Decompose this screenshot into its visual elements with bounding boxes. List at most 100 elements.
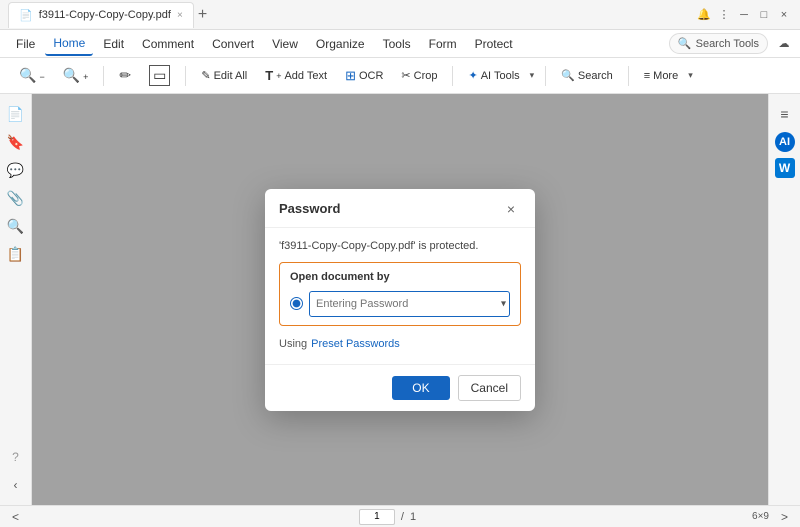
active-tab[interactable]: 📄 f3911-Copy-Copy-Copy.pdf ×	[8, 2, 194, 28]
password-radio-row: ▾	[290, 291, 510, 317]
edit-all-button[interactable]: ✎ Edit All	[194, 65, 254, 86]
ai-tools-button[interactable]: ✦ AI Tools	[461, 65, 526, 86]
menu-organize[interactable]: Organize	[308, 33, 373, 55]
menu-convert[interactable]: Convert	[204, 33, 262, 55]
sidebar-collapse-icon[interactable]: ‹	[4, 473, 28, 497]
more-arrow[interactable]: ▾	[685, 66, 696, 85]
maximize-btn[interactable]: □	[756, 7, 772, 23]
title-bar: 📄 f3911-Copy-Copy-Copy.pdf × + 🔔 ⋮ ─ □ ×	[0, 0, 800, 30]
ai-tools-arrow[interactable]: ▾	[527, 66, 538, 85]
divider-5	[628, 66, 629, 86]
close-btn[interactable]: ×	[776, 7, 792, 23]
entering-password-radio[interactable]	[290, 297, 303, 310]
password-input[interactable]	[309, 291, 510, 317]
search-tools-label: Search Tools	[696, 38, 759, 50]
divider-3	[452, 66, 453, 86]
toolbar-search-icon: 🔍	[561, 69, 575, 82]
tab-area: 📄 f3911-Copy-Copy-Copy.pdf × +	[8, 2, 696, 28]
more-button[interactable]: ≡ More	[637, 66, 685, 86]
cancel-button[interactable]: Cancel	[458, 375, 521, 401]
edit-all-icon: ✎	[201, 69, 210, 82]
password-modal: Password × 'f3911-Copy-Copy-Copy.pdf' is…	[265, 189, 535, 411]
crop-icon: ✂	[401, 69, 410, 82]
menu-btn[interactable]: ⋮	[716, 7, 732, 23]
toolbar: 🔍− 🔍+ ✏ ▭ ✎ Edit All T+ Add Text ⊞ OCR ✂…	[0, 58, 800, 94]
page-number-input[interactable]	[359, 509, 395, 525]
modal-overlay: Password × 'f3911-Copy-Copy-Copy.pdf' is…	[32, 94, 768, 505]
nav-prev-button[interactable]: <	[8, 510, 23, 524]
modal-close-button[interactable]: ×	[501, 199, 521, 219]
sidebar-right: ≡ AI W	[768, 94, 800, 505]
menu-bar: File Home Edit Comment Convert View Orga…	[0, 30, 800, 58]
ai-tools-icon: ✦	[468, 69, 477, 82]
tab-label: f3911-Copy-Copy-Copy.pdf	[39, 9, 171, 21]
cloud-btn[interactable]: ☁	[776, 36, 792, 52]
menu-edit[interactable]: Edit	[95, 33, 132, 55]
page-total: 1	[410, 511, 416, 523]
zoom-in-button[interactable]: 🔍+	[56, 63, 96, 88]
minimize-btn[interactable]: ─	[736, 7, 752, 23]
more-group: ≡ More ▾	[637, 66, 696, 86]
word-sidebar-button[interactable]: W	[775, 158, 795, 178]
highlight-icon: ✏	[119, 67, 131, 84]
rectangle-icon: ▭	[149, 65, 170, 86]
window-controls: 🔔 ⋮ ─ □ ×	[696, 7, 792, 23]
ocr-button[interactable]: ⊞ OCR	[338, 64, 390, 88]
modal-body: 'f3911-Copy-Copy-Copy.pdf' is protected.…	[265, 228, 535, 364]
bottom-bar: < / 1 6×9 >	[0, 505, 800, 527]
sidebar-help-icon[interactable]: ?	[4, 445, 28, 469]
using-label: Using	[279, 338, 307, 350]
menu-file[interactable]: File	[8, 33, 43, 55]
search-button[interactable]: 🔍 Search	[554, 65, 620, 86]
menu-comment[interactable]: Comment	[134, 33, 202, 55]
ok-button[interactable]: OK	[392, 376, 449, 400]
rectangle-button[interactable]: ▭	[142, 61, 177, 90]
zoom-in-icon: 🔍	[63, 67, 80, 84]
tab-close-btn[interactable]: ×	[177, 10, 183, 21]
content-area: Password × 'f3911-Copy-Copy-Copy.pdf' is…	[32, 94, 768, 505]
search-icon: 🔍	[678, 37, 692, 50]
sidebar-layers-icon[interactable]: 📋	[4, 242, 28, 266]
add-text-icon: T	[265, 68, 273, 83]
sidebar-page-icon[interactable]: 📄	[4, 102, 28, 126]
divider-1	[103, 66, 104, 86]
ai-sidebar-button[interactable]: AI	[775, 132, 795, 152]
bottom-bar-center: / 1	[31, 509, 744, 525]
zoom-display: 6×9	[752, 511, 769, 522]
sidebar-comment-icon[interactable]: 💬	[4, 158, 28, 182]
add-text-button[interactable]: T+ Add Text	[258, 64, 334, 87]
menu-protect[interactable]: Protect	[467, 33, 521, 55]
crop-button[interactable]: ✂ Crop	[394, 65, 444, 86]
open-document-label: Open document by	[290, 271, 510, 283]
divider-2	[185, 66, 186, 86]
sidebar-search-icon[interactable]: 🔍	[4, 214, 28, 238]
menu-home[interactable]: Home	[45, 32, 93, 56]
preset-passwords-link[interactable]: Preset Passwords	[311, 338, 400, 350]
modal-header: Password ×	[265, 189, 535, 228]
page-separator: /	[401, 511, 404, 523]
menu-view[interactable]: View	[264, 33, 306, 55]
panel-settings-icon[interactable]: ≡	[773, 102, 797, 126]
ocr-icon: ⊞	[345, 68, 356, 84]
password-input-wrap: ▾	[309, 291, 510, 317]
modal-description: 'f3911-Copy-Copy-Copy.pdf' is protected.	[279, 240, 521, 252]
search-tools-btn[interactable]: 🔍 Search Tools	[669, 33, 768, 54]
menu-form[interactable]: Form	[421, 33, 465, 55]
zoom-out-button[interactable]: 🔍−	[12, 63, 52, 88]
sidebar-left: 📄 🔖 💬 📎 🔍 📋 ? ‹	[0, 94, 32, 505]
modal-footer: OK Cancel	[265, 364, 535, 411]
main-area: 📄 🔖 💬 📎 🔍 📋 ? ‹ Password × 'f3911-Copy-C…	[0, 94, 800, 505]
nav-next-button[interactable]: >	[777, 510, 792, 524]
notification-btn[interactable]: 🔔	[696, 7, 712, 23]
modal-title: Password	[279, 201, 340, 216]
menu-tools[interactable]: Tools	[375, 33, 419, 55]
preset-passwords-row: Using Preset Passwords	[279, 336, 521, 352]
sidebar-attachment-icon[interactable]: 📎	[4, 186, 28, 210]
highlight-button[interactable]: ✏	[112, 63, 138, 88]
more-icon: ≡	[644, 70, 650, 82]
new-tab-button[interactable]: +	[198, 6, 207, 24]
password-toggle-button[interactable]: ▾	[501, 298, 506, 309]
open-document-box: Open document by ▾	[279, 262, 521, 326]
divider-4	[545, 66, 546, 86]
sidebar-bookmark-icon[interactable]: 🔖	[4, 130, 28, 154]
